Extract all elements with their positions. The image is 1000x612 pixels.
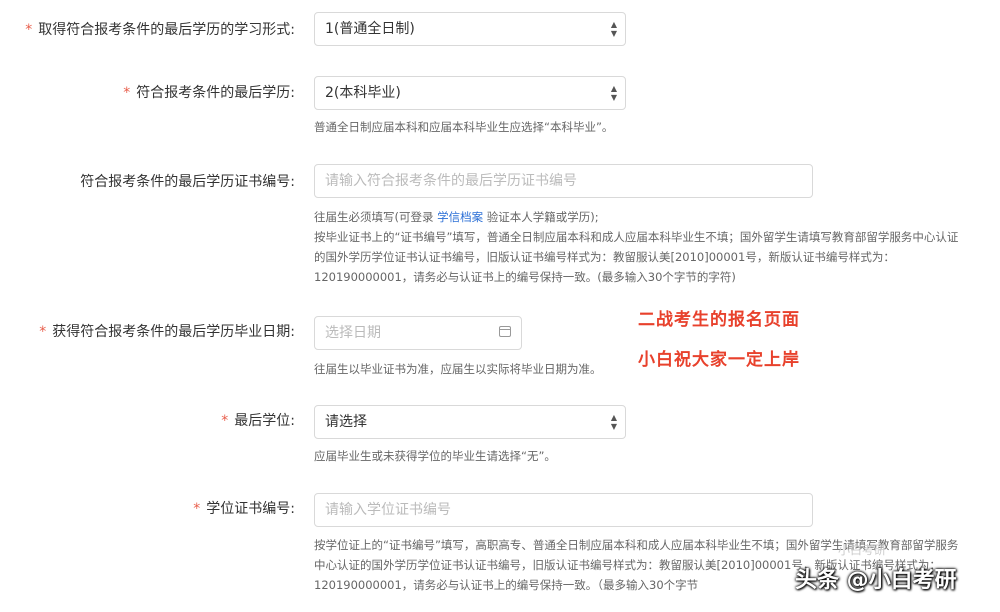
graduation-date-picker[interactable]: 选择日期 xyxy=(314,316,522,350)
xuexin-archive-link[interactable]: 学信档案 xyxy=(437,210,483,224)
field-label: 符合报考条件的最后学历证书编号: xyxy=(80,174,295,190)
required-mark: * xyxy=(221,413,229,429)
required-mark: * xyxy=(25,22,33,38)
annotation-line-1: 二战考生的报名页面 xyxy=(638,310,800,330)
help-text: 往届生必须填写(可登录 学信档案 验证本人学籍或学历); 按毕业证书上的“证书编… xyxy=(314,210,959,284)
required-mark: * xyxy=(39,324,47,340)
updown-arrows-icon: ▲ ▼ xyxy=(610,20,618,38)
select-value: 2(本科毕业) xyxy=(325,85,401,101)
select-value: 1(普通全日制) xyxy=(325,21,415,37)
annotation-line-2: 小白祝大家一定上岸 xyxy=(638,350,800,370)
field-label: * 符合报考条件的最后学历: xyxy=(123,85,295,101)
required-mark: * xyxy=(193,501,201,517)
watermark: 头条 @小白考研 xyxy=(795,568,957,593)
certificate-number-input[interactable]: 请输入符合报考条件的最后学历证书编号 xyxy=(314,164,813,198)
field-label: * 学位证书编号: xyxy=(193,501,295,517)
select-value: 请选择 xyxy=(325,414,367,430)
help-text: 应届毕业生或未获得学位的毕业生请选择“无”。 xyxy=(314,449,556,463)
help-text: 普通全日制应届本科和应届本科毕业生应选择“本科毕业”。 xyxy=(314,120,614,134)
required-mark: * xyxy=(123,85,131,101)
input-placeholder: 请输入符合报考条件的最后学历证书编号 xyxy=(325,173,577,189)
field-label: * 取得符合报考条件的最后学历的学习形式: xyxy=(25,22,295,38)
study-form-select[interactable]: 1(普通全日制) ▲ ▼ xyxy=(314,12,626,46)
last-degree-level-select[interactable]: 2(本科毕业) ▲ ▼ xyxy=(314,76,626,110)
field-label: * 获得符合报考条件的最后学历毕业日期: xyxy=(39,324,295,340)
input-placeholder: 请输入学位证书编号 xyxy=(325,502,451,518)
calendar-icon xyxy=(499,326,511,337)
updown-arrows-icon: ▲ ▼ xyxy=(610,413,618,431)
last-degree-select[interactable]: 请选择 ▲ ▼ xyxy=(314,405,626,439)
updown-arrows-icon: ▲ ▼ xyxy=(610,84,618,102)
field-label: * 最后学位: xyxy=(221,413,295,429)
faint-watermark: 小白考研 xyxy=(838,543,887,557)
degree-certificate-number-input[interactable]: 请输入学位证书编号 xyxy=(314,493,813,527)
input-placeholder: 选择日期 xyxy=(325,325,381,341)
